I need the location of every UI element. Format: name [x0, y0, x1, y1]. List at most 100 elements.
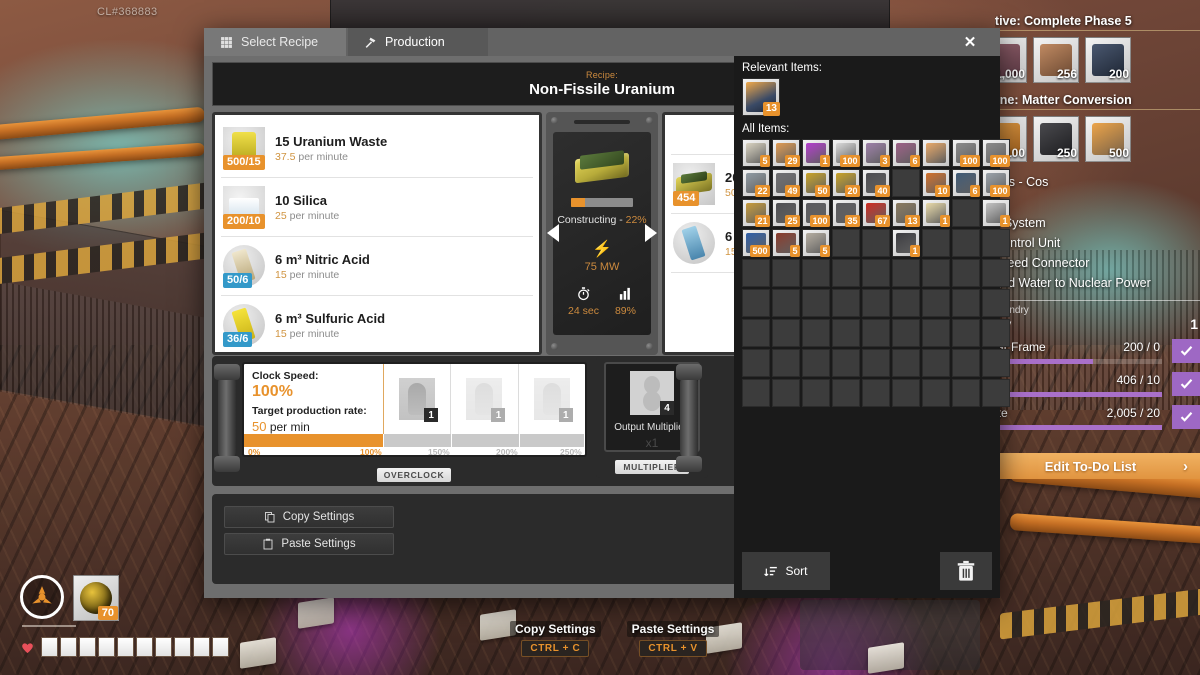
inventory-slot-empty[interactable] [892, 349, 920, 377]
inventory-slot[interactable]: 1 [802, 139, 830, 167]
inventory-slot-empty[interactable] [832, 349, 860, 377]
todo-list-item[interactable]: kaged Water to Nuclear Power [995, 273, 1200, 293]
inventory-slot[interactable]: 22 [742, 169, 770, 197]
todo-row-checkbox[interactable] [1172, 338, 1200, 363]
inventory-slot-empty[interactable] [922, 259, 950, 287]
tab-select-recipe[interactable]: Select Recipe [204, 28, 346, 56]
paste-settings-button[interactable]: Paste Settings [224, 533, 394, 555]
inventory-slot-empty[interactable] [802, 349, 830, 377]
inventory-slot-empty[interactable] [742, 319, 770, 347]
power-shard-slot-3[interactable]: 1 [519, 364, 585, 434]
inventory-slot-empty[interactable] [922, 319, 950, 347]
inventory-slot[interactable]: 5 [742, 139, 770, 167]
inventory-slot[interactable]: 1 [892, 229, 920, 257]
previous-recipe-button[interactable] [547, 224, 559, 242]
inventory-slot-empty[interactable] [832, 259, 860, 287]
inventory-slot-empty[interactable] [892, 289, 920, 317]
inventory-slot[interactable]: 67 [862, 199, 890, 227]
next-recipe-button[interactable] [645, 224, 657, 242]
inventory-slot-empty[interactable] [802, 319, 830, 347]
inventory-slot-empty[interactable] [982, 259, 1010, 287]
inventory-slot-empty[interactable] [952, 379, 980, 407]
todo-list-item[interactable]: io Control Unit [995, 233, 1200, 253]
inventory-slot-empty[interactable] [952, 319, 980, 347]
inventory-slot-empty[interactable] [802, 259, 830, 287]
inventory-slot[interactable]: 6 [892, 139, 920, 167]
target-rate-field[interactable]: 50 per min [252, 419, 375, 434]
inventory-slot-empty[interactable] [982, 319, 1010, 347]
inventory-slot-empty[interactable] [802, 289, 830, 317]
inventory-slot[interactable]: 1 [922, 199, 950, 227]
inventory-slot-empty[interactable] [862, 349, 890, 377]
inventory-slot[interactable]: 25 [772, 199, 800, 227]
inventory-slot[interactable]: 21 [742, 199, 770, 227]
inventory-slot-empty[interactable] [772, 289, 800, 317]
edit-todo-list-button[interactable]: Edit To-Do List › [995, 453, 1200, 479]
inventory-slot-empty[interactable] [922, 379, 950, 407]
todo-row-checkbox[interactable] [1172, 404, 1200, 429]
inventory-slot-empty[interactable] [952, 289, 980, 317]
inventory-slot[interactable]: 3 [862, 139, 890, 167]
inventory-slot-empty[interactable] [742, 289, 770, 317]
inventory-slot[interactable]: 5 [772, 229, 800, 257]
objective-item[interactable]: 256 [1033, 37, 1079, 83]
inventory-slot[interactable]: 20 [832, 169, 860, 197]
inventory-slot[interactable]: 100 [982, 139, 1010, 167]
tab-production[interactable]: Production [348, 28, 488, 56]
inventory-slot-empty[interactable] [922, 349, 950, 377]
inventory-slot[interactable]: 49 [772, 169, 800, 197]
inventory-slot[interactable]: 100 [952, 139, 980, 167]
inventory-slot-empty[interactable] [832, 319, 860, 347]
todo-list-item[interactable]: ling System [995, 213, 1200, 233]
inventory-slot-empty[interactable] [862, 259, 890, 287]
inventory-slot-empty[interactable] [922, 229, 950, 257]
inventory-slot-empty[interactable] [742, 379, 770, 407]
somersloop-icon[interactable]: 4 [630, 371, 674, 415]
inventory-slot-empty[interactable] [862, 289, 890, 317]
inventory-slot-empty[interactable] [772, 379, 800, 407]
milestone-item[interactable]: 250 [1033, 116, 1079, 162]
inventory-slot-empty[interactable] [982, 379, 1010, 407]
inventory-slot-empty[interactable] [832, 379, 860, 407]
inventory-slot-empty[interactable] [982, 349, 1010, 377]
inventory-slot-empty[interactable] [922, 289, 950, 317]
clock-speed-value[interactable]: 100% [252, 383, 375, 401]
milestone-item[interactable]: 500 [1085, 116, 1131, 162]
inventory-slot-empty[interactable] [742, 349, 770, 377]
todo-list-item[interactable]: stic [995, 192, 1200, 212]
inventory-slot-empty[interactable] [832, 289, 860, 317]
input-item-row[interactable]: 200/10 10 Silica 25 per minute [221, 178, 533, 237]
inventory-slot-empty[interactable] [862, 379, 890, 407]
relevant-item-slot[interactable]: 13 [742, 78, 780, 116]
inventory-slot-empty[interactable] [982, 289, 1010, 317]
inventory-slot-empty[interactable] [862, 319, 890, 347]
inventory-slot[interactable]: 10 [922, 169, 950, 197]
input-item-row[interactable]: 36/6 6 m³ Sulfuric Acid 15 per minute [221, 296, 533, 352]
inventory-slot[interactable]: 6 [952, 169, 980, 197]
input-item-row[interactable]: 500/15 15 Uranium Waste 37.5 per minute [221, 119, 533, 178]
overclock-button[interactable]: OVERCLOCK [377, 468, 451, 482]
inventory-slot[interactable]: 29 [772, 139, 800, 167]
close-window-button[interactable]: ✕ [940, 28, 1000, 56]
input-item-row[interactable]: 50/6 6 m³ Nitric Acid 15 per minute [221, 237, 533, 296]
inventory-slot-empty[interactable] [982, 229, 1010, 257]
hud-item-slot[interactable]: 70 [73, 575, 119, 621]
inventory-slot-empty[interactable] [772, 259, 800, 287]
inventory-slot-empty[interactable] [832, 229, 860, 257]
equipment-slot-tool[interactable] [20, 575, 64, 619]
inventory-slot[interactable]: 1 [982, 199, 1010, 227]
inventory-slot-empty[interactable] [892, 169, 920, 197]
inventory-slot-empty[interactable] [802, 379, 830, 407]
inventory-slot-empty[interactable] [952, 349, 980, 377]
power-shard-slot-2[interactable]: 1 [451, 364, 519, 434]
copy-settings-button[interactable]: Copy Settings [224, 506, 394, 528]
inventory-slot-empty[interactable] [742, 259, 770, 287]
inventory-slot[interactable]: 100 [832, 139, 860, 167]
inventory-slot[interactable]: 50 [802, 169, 830, 197]
inventory-slot-empty[interactable] [862, 229, 890, 257]
inventory-slot[interactable]: 500 [742, 229, 770, 257]
inventory-slot-empty[interactable] [772, 319, 800, 347]
inventory-slot-empty[interactable] [952, 259, 980, 287]
clock-speed-slider[interactable] [244, 434, 585, 447]
inventory-slot[interactable]: 100 [982, 169, 1010, 197]
